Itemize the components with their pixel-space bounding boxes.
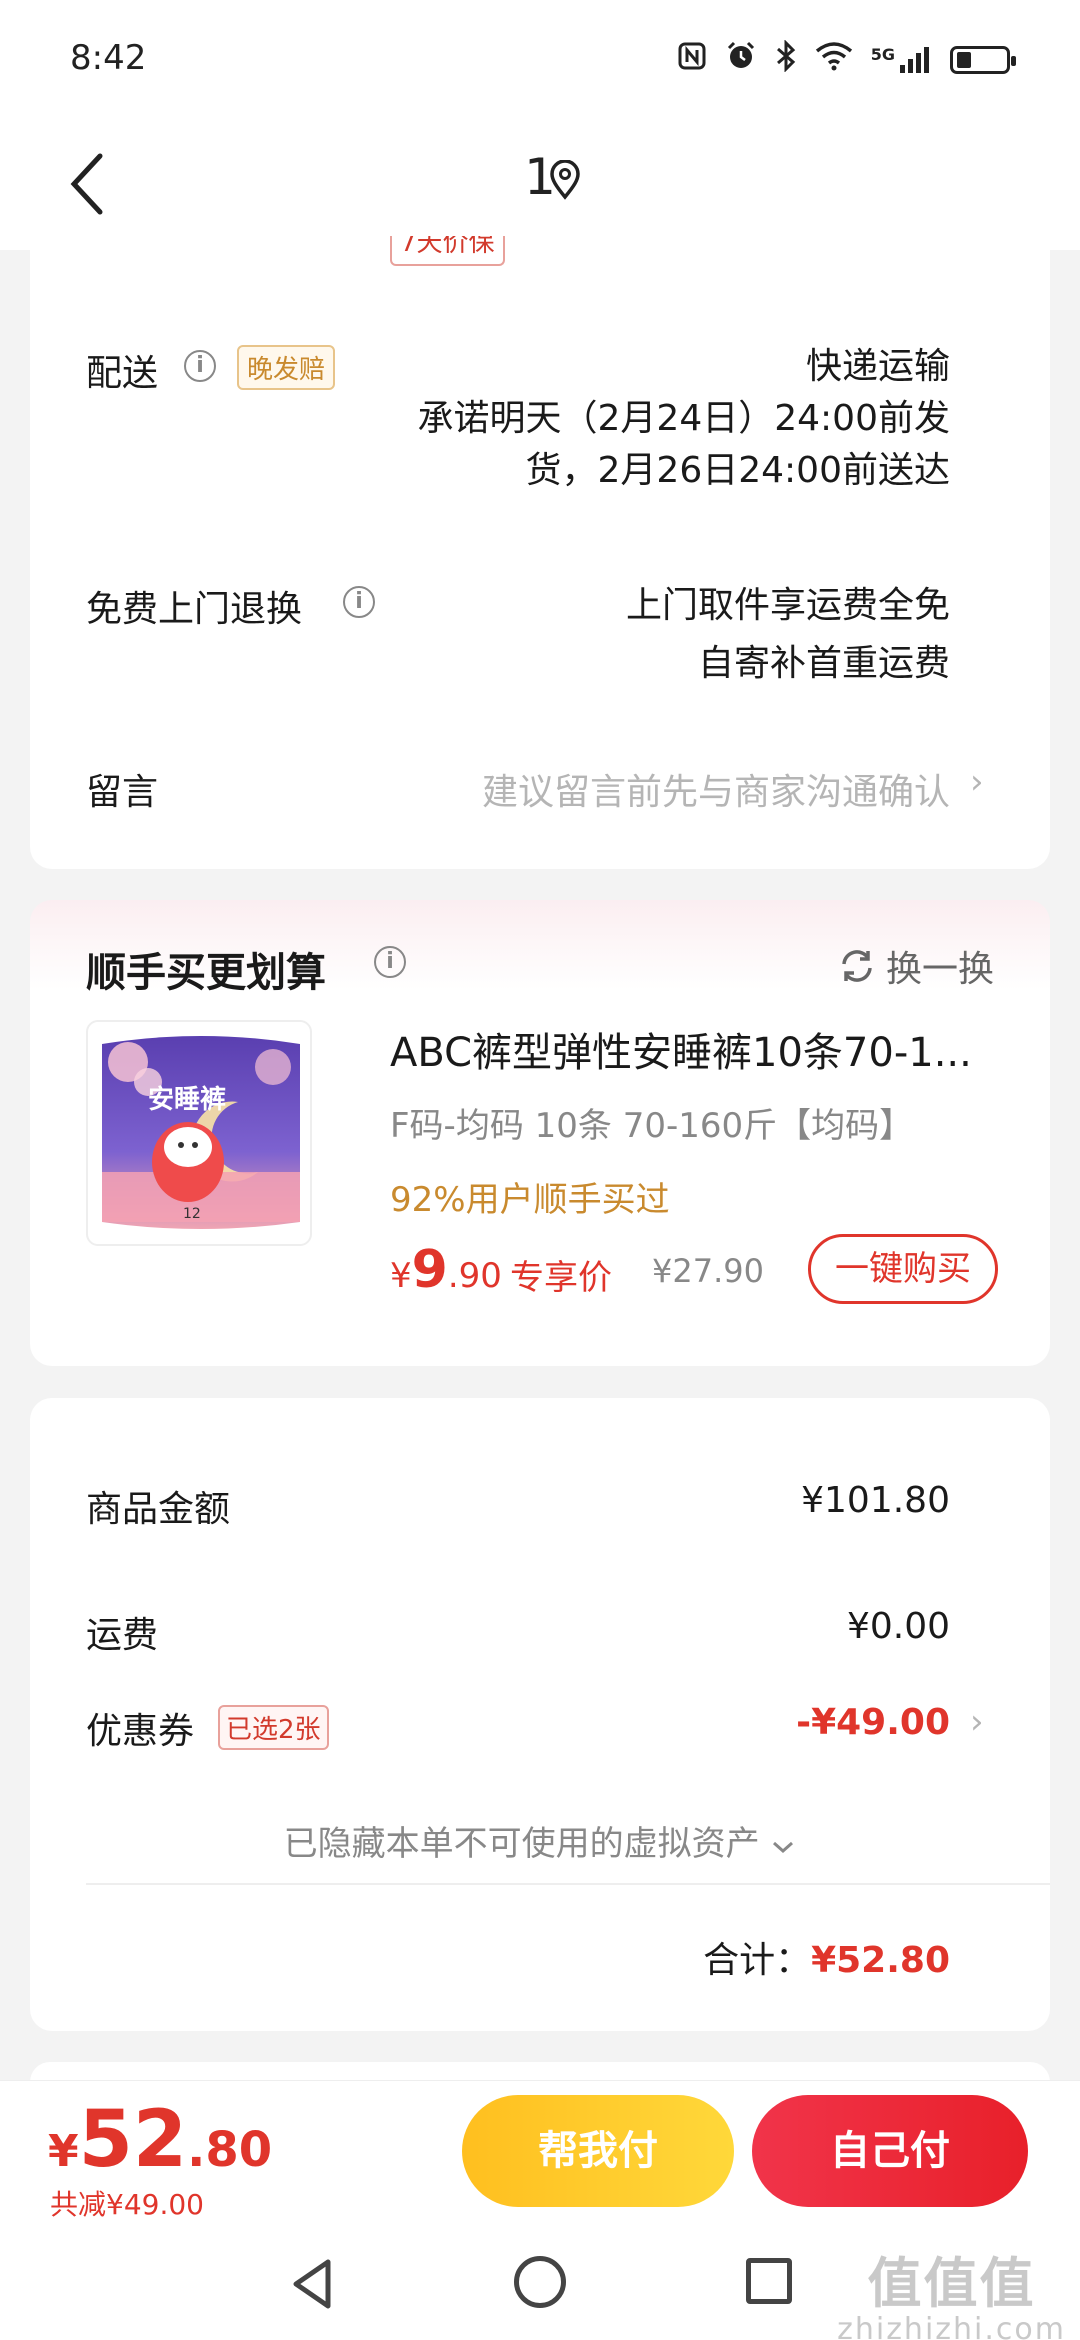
price-decimal: .90	[447, 1256, 502, 1296]
product-image[interactable]: 安睡裤 12	[86, 1020, 312, 1246]
status-bar: 8:42 5G	[0, 0, 1080, 120]
product-title[interactable]: ABC裤型弹性安睡裤10条70-1...	[390, 1020, 1010, 1078]
returns-details: 上门取件享运费全免 自寄补首重运费	[626, 577, 950, 693]
page-title: 1	[524, 148, 556, 206]
pay-myself-button[interactable]: 自己付	[752, 2095, 1028, 2207]
price-integer: 9	[411, 1240, 448, 1300]
goods-amount-label: 商品金额	[86, 1489, 231, 1530]
delivery-details: 快递运输 承诺明天（2月24日）24:00前发 货，2月26日24:00前送达	[418, 341, 950, 497]
system-recents-button[interactable]	[746, 2258, 792, 2304]
wifi-icon	[815, 41, 853, 78]
coupon-value[interactable]: -¥49.00	[796, 1702, 950, 1743]
total: 合计：¥52.80	[703, 1931, 950, 1983]
returns-line2: 自寄补首重运费	[697, 643, 950, 684]
watermark: 值值值 zhizhizhi.com	[837, 2256, 1066, 2340]
total-label: 合计：	[703, 1940, 812, 1981]
package-count: 12	[183, 1206, 201, 1222]
exclusive-price-tag: 专享价	[510, 1258, 612, 1298]
shipping-label: 运费	[86, 1615, 159, 1656]
original-price: ¥27.90	[652, 1252, 764, 1290]
total-saved: 共减¥49.00	[50, 2188, 204, 2221]
watermark-domain: zhizhizhi.com	[837, 2312, 1066, 2340]
price-guard-badge: 7天价保	[390, 236, 505, 266]
swap-label: 换一换	[885, 949, 994, 990]
total-value: ¥52.80	[811, 1940, 950, 1981]
status-time: 8:42	[70, 38, 147, 78]
signal-icon: 5G	[871, 45, 932, 75]
battery-icon	[950, 45, 1016, 74]
system-back-button[interactable]	[288, 2256, 338, 2316]
delivery-label: 配送	[86, 353, 159, 394]
price-summary-card: 商品金额 ¥101.80 运费 ¥0.00 优惠券 已选2张 -¥49.00 ›…	[30, 1398, 1050, 2031]
checkout-bar: ¥52.80 共减¥49.00 帮我付 自己付	[0, 2080, 1080, 2230]
product-package-image: 安睡裤 12	[102, 1036, 300, 1229]
chevron-down-icon	[773, 1841, 794, 1854]
delivery-method: 快递运输	[805, 346, 950, 387]
watermark-logo: 值值值	[867, 2252, 1036, 2315]
coupon-label: 优惠券	[86, 1711, 195, 1752]
chevron-right-icon: ›	[970, 762, 984, 802]
product-popularity: 92%用户顺手买过	[390, 1180, 670, 1220]
one-click-buy-button[interactable]: 一键购买	[808, 1234, 998, 1304]
delivery-card: 7天价保 配送 i 晚发赔 快递运输 承诺明天（2月24日）24:00前发 货，…	[30, 236, 1050, 869]
chevron-right-icon[interactable]: ›	[970, 1702, 984, 1742]
delivery-promise-line1: 承诺明天（2月24日）24:00前发	[417, 398, 950, 439]
info-icon[interactable]: i	[374, 946, 406, 978]
refresh-icon	[842, 950, 872, 982]
payable-integer: 52	[78, 2095, 188, 2185]
upsell-title-text: 顺手买更划算	[86, 950, 326, 996]
info-icon[interactable]: i	[184, 350, 216, 382]
location-icon[interactable]	[548, 159, 582, 204]
hidden-assets-toggle[interactable]: 已隐藏本单不可使用的虚拟资产	[30, 1816, 1050, 1865]
triangle-back-icon	[293, 2259, 331, 2309]
network-type: 5G	[870, 44, 895, 64]
swap-button[interactable]: 换一换	[838, 940, 994, 992]
divider	[86, 1883, 1050, 1885]
delivery-promise-line2: 货，2月26日24:00前送达	[525, 450, 950, 491]
bluetooth-icon	[775, 39, 797, 79]
help-me-pay-button[interactable]: 帮我付	[462, 2095, 734, 2207]
shipping-value: ¥0.00	[846, 1606, 950, 1647]
coupon-selected-badge: 已选2张	[218, 1705, 329, 1750]
payable-amount: ¥52.80	[48, 2095, 272, 2185]
nfc-icon	[677, 41, 707, 78]
payable-currency: ¥	[48, 2126, 79, 2177]
nav-bar: 1	[0, 120, 1080, 250]
payable-decimal: .80	[187, 2122, 273, 2178]
status-icons: 5G	[677, 39, 1016, 79]
price-currency: ¥	[390, 1256, 412, 1296]
upsell-title: 顺手买更划算	[86, 940, 326, 998]
package-text: 安睡裤	[148, 1085, 226, 1115]
system-nav-bar: 值值值 zhizhizhi.com	[0, 2230, 1080, 2340]
product-price: ¥9.90	[390, 1240, 502, 1300]
goods-amount-value: ¥101.80	[801, 1480, 950, 1521]
alarm-icon	[725, 40, 757, 79]
info-icon[interactable]: i	[343, 586, 375, 618]
returns-line1: 上门取件享运费全免	[625, 585, 950, 626]
hidden-assets-text: 已隐藏本单不可使用的虚拟资产	[283, 1824, 760, 1864]
upsell-card: 顺手买更划算 i 换一换 安睡裤 12 ABC裤型弹性安睡裤10条70-1...…	[30, 900, 1050, 1366]
system-home-button[interactable]	[514, 2256, 566, 2308]
product-spec: F码-均码 10条 70-160斤【均码】	[390, 1106, 914, 1146]
returns-label: 免费上门退换	[86, 589, 303, 630]
late-compensation-badge: 晚发赔	[237, 345, 336, 390]
message-label: 留言	[86, 772, 159, 813]
message-input[interactable]: 建议留言前先与商家沟通确认	[482, 763, 950, 815]
